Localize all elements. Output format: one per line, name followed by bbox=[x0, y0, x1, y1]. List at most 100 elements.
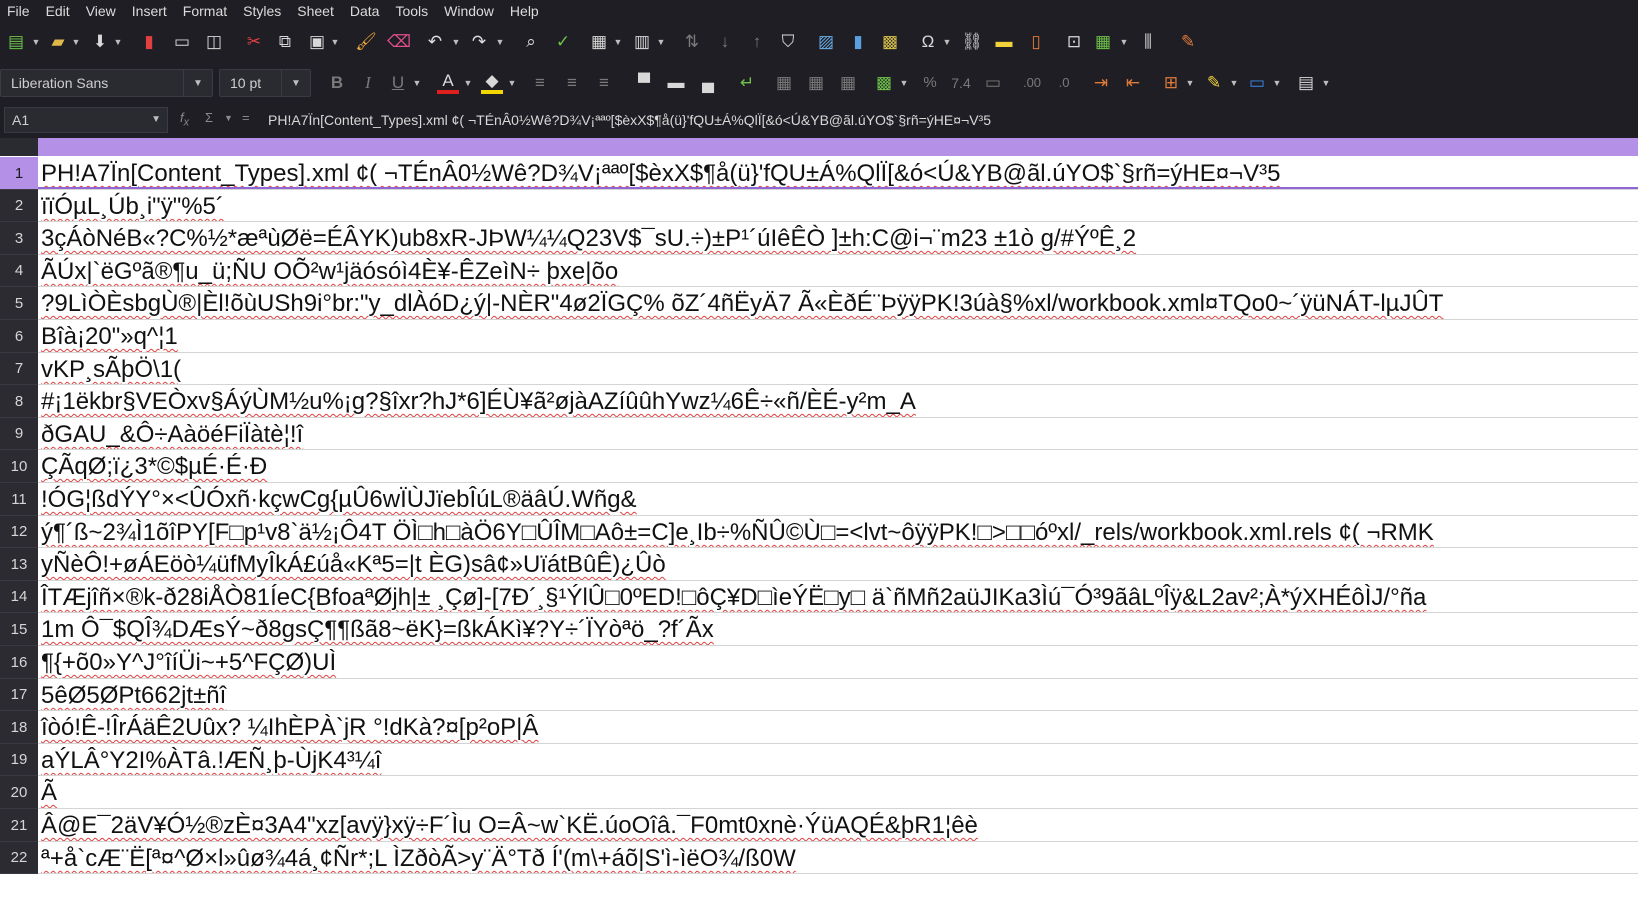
merge-center-icon[interactable]: ▦ bbox=[805, 72, 827, 94]
chevron-down-icon[interactable]: ▼ bbox=[281, 70, 310, 96]
row-header[interactable]: 15 bbox=[0, 613, 38, 646]
borders-icon[interactable]: ⊞ bbox=[1160, 72, 1182, 94]
row-header[interactable]: 5 bbox=[0, 287, 38, 320]
chevron-down-icon[interactable]: ▼ bbox=[614, 31, 623, 53]
bold-icon[interactable]: B bbox=[326, 72, 348, 94]
chevron-down-icon[interactable]: ▼ bbox=[943, 31, 952, 53]
find-replace-icon[interactable]: ⌕ bbox=[520, 31, 542, 53]
row-header[interactable]: 7 bbox=[0, 353, 38, 385]
row-header[interactable]: 19 bbox=[0, 744, 38, 776]
freeze-rows-columns-icon[interactable]: ▦ bbox=[1092, 31, 1114, 53]
chevron-down-icon[interactable]: ▼ bbox=[452, 31, 461, 53]
row-header[interactable]: 3 bbox=[0, 222, 38, 255]
increase-indent-icon[interactable]: ⇥ bbox=[1090, 72, 1112, 94]
border-color-icon[interactable]: ▭ bbox=[1246, 72, 1268, 94]
chevron-down-icon[interactable]: ▼ bbox=[900, 72, 909, 94]
clear-formatting-icon[interactable]: ⌫ bbox=[387, 31, 411, 53]
row-header[interactable]: 21 bbox=[0, 809, 38, 842]
spellcheck-icon[interactable]: ✓ bbox=[552, 31, 574, 53]
align-top-icon[interactable]: ▀ bbox=[633, 72, 655, 94]
align-left-icon[interactable]: ≡ bbox=[529, 72, 551, 94]
chevron-down-icon[interactable]: ▼ bbox=[496, 31, 505, 53]
clone-formatting-icon[interactable]: 🖌 bbox=[355, 31, 377, 53]
font-color-icon[interactable]: A bbox=[437, 70, 459, 92]
row-header[interactable]: 8 bbox=[0, 385, 38, 418]
special-character-icon[interactable]: Ω bbox=[917, 31, 939, 53]
name-box[interactable]: A1 ▼ bbox=[4, 107, 168, 133]
chevron-down-icon[interactable]: ▼ bbox=[508, 72, 517, 94]
row-header[interactable]: 22 bbox=[0, 842, 38, 874]
cell-a13[interactable]: yÑèÔ!+øÁEöò¼üfMyÎkÁ£úå«Kª5=|t ÈG)sâ¢»Uïá… bbox=[38, 548, 1638, 581]
menu-insert[interactable]: Insert bbox=[125, 3, 176, 19]
menu-help[interactable]: Help bbox=[503, 3, 548, 19]
new-document-icon[interactable]: ▤ bbox=[5, 31, 27, 53]
save-icon[interactable]: ⬇ bbox=[89, 31, 111, 53]
unmerge-cells-icon[interactable]: ▦ bbox=[837, 72, 859, 94]
chevron-down-icon[interactable]: ▼ bbox=[1273, 72, 1282, 94]
chevron-down-icon[interactable]: ▼ bbox=[1230, 72, 1239, 94]
cell-a8[interactable]: #¡1ëkbr§VEÒxv§ÁýÙM½u%¡g?§îxr?hJ*6]ÉÙ¥ã²ø… bbox=[38, 385, 1638, 418]
menu-edit[interactable]: Edit bbox=[39, 3, 79, 19]
open-folder-icon[interactable]: ▰ bbox=[47, 31, 69, 53]
date-format-icon[interactable]: ▭ bbox=[982, 72, 1004, 94]
copy-icon[interactable]: ⧉ bbox=[274, 31, 296, 53]
cell-a5[interactable]: ?9LìÒÈsbgÙ®|Èl!õùUSh9i°br:"y_dlÀóD¿ý|-NÈ… bbox=[38, 287, 1638, 320]
number-format-icon[interactable]: 7.4 bbox=[950, 72, 972, 94]
export-pdf-icon[interactable]: ▮ bbox=[138, 31, 160, 53]
merge-cells-icon[interactable]: ▦ bbox=[773, 72, 795, 94]
chevron-down-icon[interactable]: ▼ bbox=[114, 31, 123, 53]
define-print-area-icon[interactable]: ⊡ bbox=[1063, 31, 1085, 53]
insert-image-icon[interactable]: ▨ bbox=[815, 31, 837, 53]
conditional-format-icon[interactable]: ▤ bbox=[1295, 72, 1317, 94]
align-center-icon[interactable]: ≡ bbox=[561, 72, 583, 94]
chevron-down-icon[interactable]: ▼ bbox=[1186, 72, 1195, 94]
chevron-down-icon[interactable]: ▼ bbox=[331, 31, 340, 53]
formula-input[interactable]: PH!A7Ïn[Content_Types].xml ¢( ¬TÉnÂ0½Wê?… bbox=[268, 107, 1638, 133]
chevron-down-icon[interactable]: ▼ bbox=[413, 72, 422, 94]
row-icon[interactable]: ▦ bbox=[588, 31, 610, 53]
insert-chart-icon[interactable]: ▮ bbox=[847, 31, 869, 53]
cell-a12[interactable]: ý¶´ß~2¾Ì1õîPY[F□p¹v8`ä½¡Ô4T ÖÌ□h□àÖ6Y□ÛÎ… bbox=[38, 516, 1638, 548]
chevron-down-icon[interactable]: ▼ bbox=[224, 113, 233, 123]
row-header[interactable]: 2 bbox=[0, 190, 38, 222]
redo-icon[interactable]: ↷ bbox=[468, 31, 490, 53]
hyperlink-icon[interactable]: ⛓ bbox=[961, 31, 983, 53]
cell-a20[interactable]: Ã bbox=[38, 776, 1638, 809]
sum-icon[interactable]: Σ bbox=[205, 110, 213, 125]
function-wizard-icon[interactable]: fx bbox=[180, 110, 189, 129]
row-header[interactable]: 13 bbox=[0, 548, 38, 581]
row-header[interactable]: 6 bbox=[0, 320, 38, 353]
row-header[interactable]: 10 bbox=[0, 450, 38, 483]
sort-ascending-icon[interactable]: ↓ bbox=[714, 31, 736, 53]
wrap-text-icon[interactable]: ↵ bbox=[736, 72, 758, 94]
cell-a14[interactable]: ÎTÆjîñ×®k-ð28iÅÒ81ÍeC{BfoaªØjh|± ¸Çø]-[7… bbox=[38, 581, 1638, 613]
cell-a7[interactable]: vKP¸sÃþÖ\1( bbox=[38, 353, 1638, 385]
cell-a11[interactable]: !ÓG¦ßdÝY°×<ÛÓxñ·kçwCg{µÛ6wÏÙJïebÎúL®äâÚ.… bbox=[38, 483, 1638, 516]
row-header[interactable]: 20 bbox=[0, 776, 38, 809]
sort-icon[interactable]: ⇅ bbox=[681, 31, 703, 53]
row-header[interactable]: 11 bbox=[0, 483, 38, 516]
delete-decimal-icon[interactable]: .0 bbox=[1053, 72, 1075, 94]
row-header[interactable]: 16 bbox=[0, 646, 38, 679]
cell-a2[interactable]: ïïÓµL¸Úb¸i"ÿ"%5´ bbox=[38, 190, 1638, 222]
menu-data[interactable]: Data bbox=[343, 3, 389, 19]
select-all-corner[interactable] bbox=[0, 138, 38, 156]
chevron-down-icon[interactable]: ▼ bbox=[657, 31, 666, 53]
autofilter-icon[interactable]: ⛉ bbox=[777, 31, 799, 53]
italic-icon[interactable]: I bbox=[357, 72, 379, 94]
cell-a10[interactable]: ÇÃqØ;ï¿3*©$µÉ·É·Ð bbox=[38, 450, 1638, 483]
column-icon[interactable]: ▥ bbox=[631, 31, 653, 53]
undo-icon[interactable]: ↶ bbox=[424, 31, 446, 53]
cell-a18[interactable]: îòó!Ê-!ÎrÁäÊ2Uûx? ¼IhÈPÀ`jR °!dKà?¤[p²oP… bbox=[38, 711, 1638, 744]
cell-a16[interactable]: ¶{+õ0»Y^J°îíÜi~+5^FÇØ)UÌ bbox=[38, 646, 1638, 679]
column-header-a[interactable] bbox=[38, 138, 1638, 156]
decrease-indent-icon[interactable]: ⇤ bbox=[1122, 72, 1144, 94]
split-window-icon[interactable]: ⫼ bbox=[1137, 31, 1159, 53]
print-icon[interactable]: ▭ bbox=[171, 31, 193, 53]
cut-icon[interactable]: ✂ bbox=[243, 31, 265, 53]
row-header[interactable]: 18 bbox=[0, 711, 38, 744]
chevron-down-icon[interactable]: ▼ bbox=[1322, 72, 1331, 94]
show-draw-functions-icon[interactable]: ✎ bbox=[1177, 31, 1199, 53]
row-header[interactable]: 4 bbox=[0, 255, 38, 287]
cell-a9[interactable]: ðGAU_&Ô÷AàöéFiÏàtè¦!î bbox=[38, 418, 1638, 450]
